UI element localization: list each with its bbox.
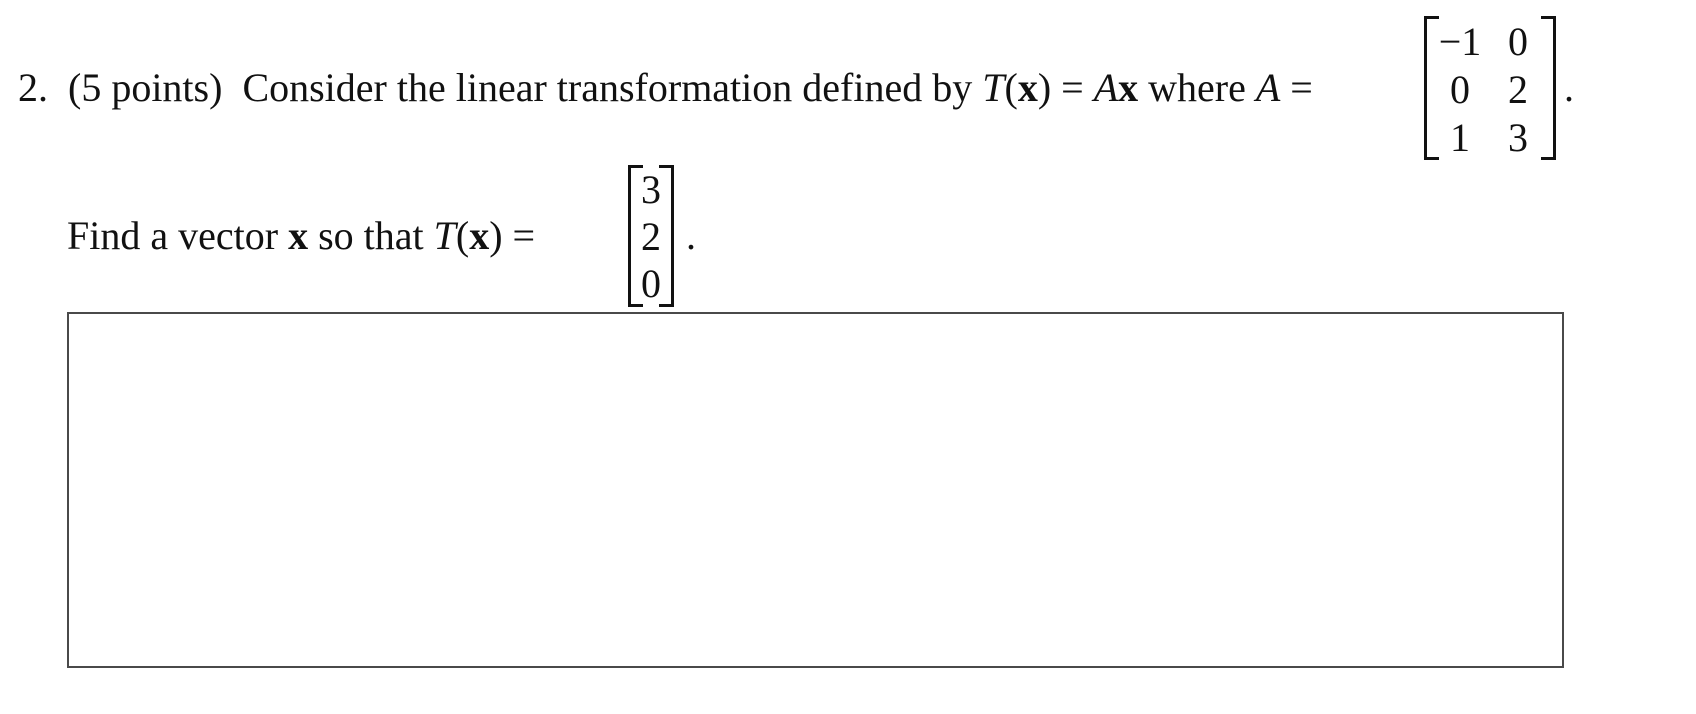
- period: .: [1564, 65, 1574, 110]
- matrix-cell: −1: [1438, 19, 1482, 64]
- matrix-symbol: A: [1093, 65, 1119, 110]
- vector-x: x: [1118, 65, 1139, 110]
- matrix-cell: 2: [1508, 67, 1528, 112]
- problem-number: 2.: [18, 65, 48, 110]
- period: .: [686, 213, 696, 258]
- close-paren: ): [1037, 65, 1052, 110]
- equals-sign: =: [1290, 65, 1313, 110]
- matrix-cell: 0: [1508, 19, 1528, 64]
- problem-intro: Consider the linear transformation defin…: [242, 65, 973, 110]
- close-paren: ): [489, 213, 503, 258]
- answer-box[interactable]: [67, 312, 1564, 668]
- vector-cell: 0: [641, 261, 661, 306]
- vector-x: x: [1017, 65, 1038, 110]
- matrix-cell: 0: [1450, 67, 1470, 112]
- vector-cell: 3: [641, 167, 661, 212]
- question-line: Find a vector x so that T(x) =: [67, 212, 535, 259]
- where-word: where: [1148, 65, 1246, 110]
- matrix-cell: 1: [1450, 115, 1470, 160]
- matrix-a: −1 0 0 2 1 3: [1424, 16, 1556, 160]
- question-mid: so that: [318, 213, 424, 258]
- vector-x: x: [288, 213, 309, 258]
- target-vector: 3 2 0: [628, 165, 674, 307]
- open-paren: (: [1004, 65, 1018, 110]
- transform-symbol: T: [433, 213, 456, 258]
- problem-points: (5 points): [68, 65, 223, 110]
- vector-x: x: [469, 213, 490, 258]
- problem-statement-line: 2. (5 points) Consider the linear transf…: [18, 64, 1313, 111]
- matrix-cell: 3: [1508, 115, 1528, 160]
- matrix-symbol: A: [1255, 65, 1281, 110]
- equals-sign: =: [512, 213, 536, 258]
- open-paren: (: [455, 213, 470, 258]
- equals-sign: =: [1061, 65, 1084, 110]
- question-prefix: Find a vector: [67, 213, 279, 258]
- vector-cell: 2: [641, 214, 661, 259]
- transform-symbol: T: [982, 65, 1005, 110]
